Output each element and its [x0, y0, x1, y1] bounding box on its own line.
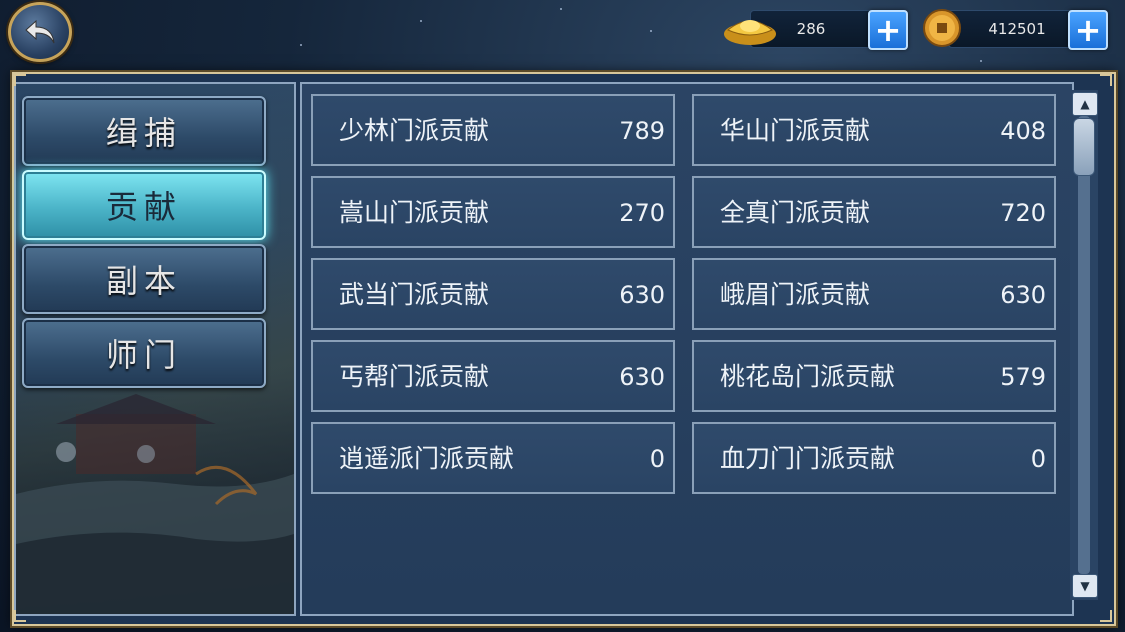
list-item: 丐帮门派贡献 630 [311, 340, 675, 412]
list-item: 峨眉门派贡献 630 [692, 258, 1056, 330]
list-item: 少林门派贡献 789 [311, 94, 675, 166]
list-item: 嵩山门派贡献 270 [311, 176, 675, 248]
chevron-up-icon: ▲ [1080, 97, 1090, 111]
scrollbar-thumb[interactable] [1073, 118, 1095, 176]
contribution-value: 270 [619, 199, 665, 227]
coin-bar: 412501 [948, 10, 1080, 48]
contribution-value: 630 [619, 363, 665, 391]
back-arrow-icon [25, 19, 55, 44]
scroll-down-button[interactable]: ▼ [1072, 574, 1098, 598]
contribution-value: 789 [619, 117, 665, 145]
add-gold-ingot-button[interactable]: + [868, 10, 908, 50]
scrollbar-track[interactable] [1078, 116, 1090, 574]
tab-capture[interactable]: 缉捕 [22, 96, 266, 166]
tab-contribution[interactable]: 贡献 [22, 170, 266, 240]
contribution-value: 408 [1000, 117, 1046, 145]
contribution-name: 嵩山门派贡献 [339, 198, 490, 227]
contribution-value: 0 [649, 445, 665, 473]
tab-sect[interactable]: 师门 [22, 318, 266, 388]
temple-scenery-illustration [16, 394, 294, 614]
gold-ingot-value: 286 [796, 20, 826, 38]
contribution-value: 0 [1030, 445, 1046, 473]
contribution-value: 630 [619, 281, 665, 309]
contribution-name: 全真门派贡献 [720, 198, 871, 227]
chevron-down-icon: ▼ [1080, 579, 1090, 593]
contribution-name: 丐帮门派贡献 [339, 362, 490, 391]
contribution-name: 血刀门门派贡献 [720, 444, 896, 473]
frame-corner [1100, 74, 1112, 86]
contribution-value: 720 [1000, 199, 1046, 227]
contribution-name: 少林门派贡献 [339, 116, 490, 145]
list-item: 桃花岛门派贡献 579 [692, 340, 1056, 412]
back-button[interactable] [8, 2, 72, 62]
frame-corner [14, 610, 26, 622]
list-item: 武当门派贡献 630 [311, 258, 675, 330]
contribution-name: 桃花岛门派贡献 [720, 362, 896, 391]
contribution-name: 逍遥派门派贡献 [339, 444, 515, 473]
coin-value: 412501 [988, 20, 1046, 38]
contribution-name: 武当门派贡献 [339, 280, 490, 309]
tab-dungeon[interactable]: 副本 [22, 244, 266, 314]
frame-corner [14, 74, 26, 86]
frame-corner [1100, 610, 1112, 622]
scrollbar[interactable]: ▲ ▼ [1070, 90, 1098, 600]
copper-coin-icon [923, 9, 961, 47]
contribution-value: 630 [1000, 281, 1046, 309]
contribution-name: 峨眉门派贡献 [720, 280, 871, 309]
list-item: 血刀门门派贡献 0 [692, 422, 1056, 494]
add-coin-button[interactable]: + [1068, 10, 1108, 50]
list-item: 全真门派贡献 720 [692, 176, 1056, 248]
scroll-up-button[interactable]: ▲ [1072, 92, 1098, 116]
list-item: 逍遥派门派贡献 0 [311, 422, 675, 494]
list-item: 华山门派贡献 408 [692, 94, 1056, 166]
contribution-name: 华山门派贡献 [720, 116, 871, 145]
gold-ingot-icon [724, 20, 776, 45]
contribution-value: 579 [1000, 363, 1046, 391]
